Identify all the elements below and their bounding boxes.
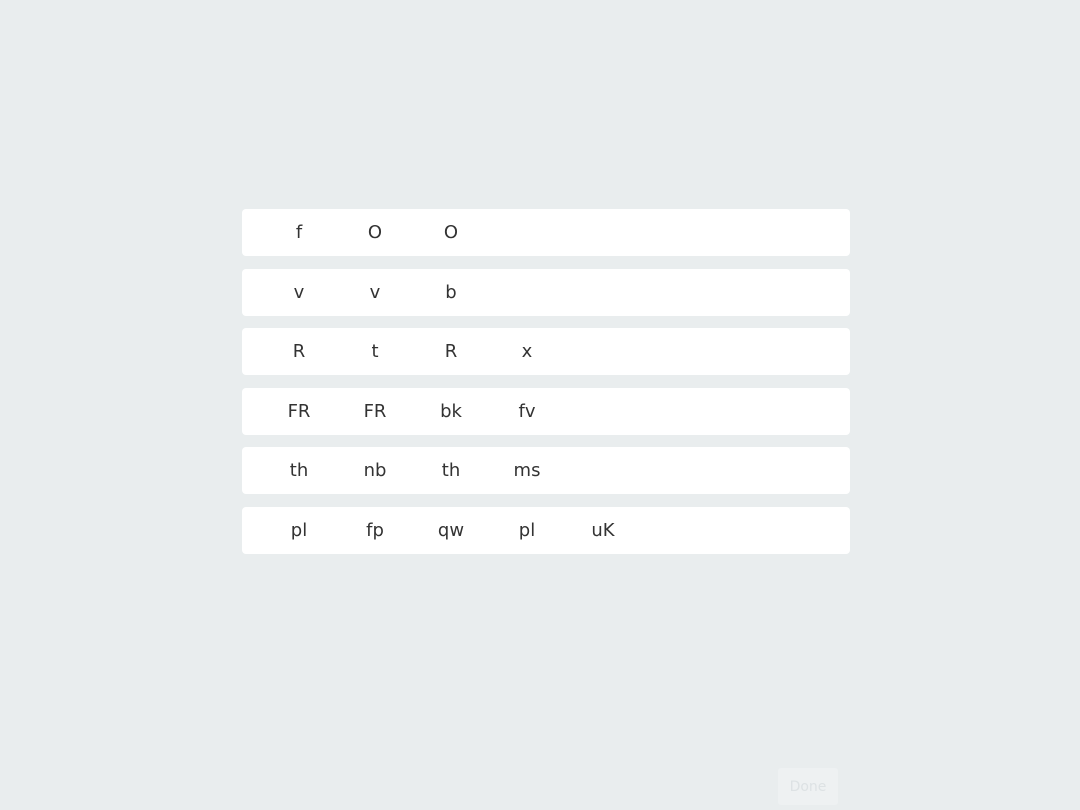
- token-tile[interactable]: pl: [280, 515, 318, 545]
- token-row: pl fp qw pl uK: [242, 506, 850, 554]
- token-tile[interactable]: nb: [356, 456, 394, 486]
- token-tile[interactable]: v: [280, 277, 318, 307]
- token-row: vvb: [242, 268, 850, 316]
- token-row: th nb th ms: [242, 447, 850, 494]
- token-tile[interactable]: FR: [356, 396, 394, 426]
- token-tile[interactable]: bk: [432, 396, 470, 426]
- token-tile[interactable]: th: [280, 456, 318, 486]
- token-tile[interactable]: v: [356, 277, 394, 307]
- token-tile[interactable]: ms: [508, 456, 546, 486]
- token-tile[interactable]: FR: [280, 396, 318, 426]
- token-tile[interactable]: R: [432, 337, 470, 367]
- page: f O Ov v b Rt Rx FR FR bk fv th nb th ms pl fp qw pl uK Don…: [0, 0, 1080, 810]
- token-tile[interactable]: qw: [432, 515, 470, 545]
- token-tile[interactable]: fp: [356, 515, 394, 545]
- token-tile[interactable]: f: [280, 218, 318, 248]
- token-tile[interactable]: O: [432, 218, 470, 248]
- token-tile[interactable]: pl: [508, 515, 546, 545]
- token-tile[interactable]: R: [280, 337, 318, 367]
- token-rows: f O Ov v b Rt Rx FR FR bk fv th nb th ms pl fp qw pl uK: [242, 209, 850, 566]
- token-tile[interactable]: uK: [584, 515, 622, 545]
- token-tile[interactable]: t: [356, 337, 394, 367]
- token-row: Rt Rx: [242, 328, 850, 375]
- token-tile[interactable]: O: [356, 218, 394, 248]
- token-row: fOO: [242, 209, 850, 256]
- token-row: FR FR bk fv: [242, 387, 850, 435]
- token-tile[interactable]: fv: [508, 396, 546, 426]
- token-tile[interactable]: b: [432, 277, 470, 307]
- token-tile[interactable]: x: [508, 337, 546, 367]
- token-tile[interactable]: th: [432, 456, 470, 486]
- done-button[interactable]: Done: [778, 768, 838, 805]
